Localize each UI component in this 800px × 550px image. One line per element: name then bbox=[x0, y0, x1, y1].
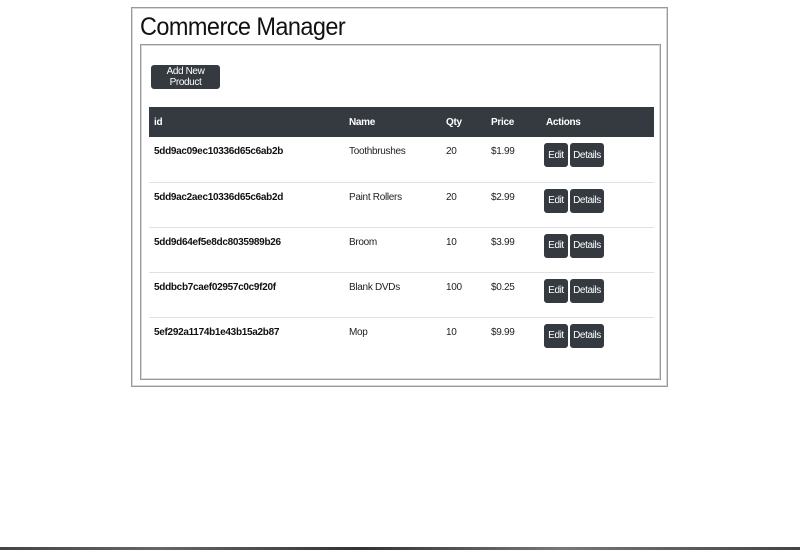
app-container: Commerce Manager Add New Product id Name… bbox=[131, 7, 668, 387]
product-id-cell: 5ef292a1174b1e43b15a2b87 bbox=[149, 316, 344, 362]
actions-cell: Edit Details bbox=[541, 137, 654, 182]
product-name-cell: Blank DVDs bbox=[344, 271, 441, 317]
edit-button[interactable]: Edit bbox=[544, 278, 568, 303]
edit-button[interactable]: Edit bbox=[544, 323, 568, 348]
header-row: id Name Qty Price Actions bbox=[149, 107, 654, 137]
table-row: 5ddbcb7caef02957c0c9f20f Blank DVDs 100 … bbox=[149, 271, 654, 317]
product-qty-cell: 20 bbox=[441, 181, 486, 227]
edit-button[interactable]: Edit bbox=[544, 233, 568, 258]
column-header-price: Price bbox=[486, 107, 541, 137]
column-header-actions: Actions bbox=[541, 107, 654, 137]
product-id-cell: 5dd9ac09ec10336d65c6ab2b bbox=[154, 146, 284, 157]
product-name-cell: Toothbrushes bbox=[349, 146, 406, 157]
details-button[interactable]: Details bbox=[570, 323, 604, 348]
product-price-cell: $1.99 bbox=[491, 146, 515, 157]
details-button[interactable]: Details bbox=[570, 188, 604, 213]
actions-cell: Edit Details bbox=[541, 316, 654, 362]
actions-cell: Edit Details bbox=[541, 271, 654, 317]
product-price-cell: $9.99 bbox=[486, 316, 541, 362]
column-header-id: id bbox=[149, 107, 344, 137]
actions-cell: Edit Details bbox=[541, 226, 654, 272]
product-qty-cell: 20 bbox=[446, 146, 457, 157]
product-id-cell: 5dd9ac2aec10336d65c6ab2d bbox=[149, 181, 344, 227]
product-price-cell: $3.99 bbox=[486, 226, 541, 272]
table-row: 5dd9ac2aec10336d65c6ab2d Paint Rollers 2… bbox=[149, 181, 654, 227]
product-qty-cell: 10 bbox=[441, 226, 486, 272]
page-title: Commerce Manager bbox=[140, 13, 346, 41]
column-header-name: Name bbox=[344, 107, 441, 137]
edit-button[interactable]: Edit bbox=[544, 143, 568, 167]
product-name-cell: Mop bbox=[344, 316, 441, 362]
table-row: 5dd9ac09ec10336d65c6ab2b Toothbrushes 20… bbox=[149, 137, 654, 182]
product-qty-cell: 100 bbox=[441, 271, 486, 317]
product-id-cell: 5ddbcb7caef02957c0c9f20f bbox=[149, 271, 344, 317]
product-price-cell: $2.99 bbox=[486, 181, 541, 227]
details-button[interactable]: Details bbox=[570, 233, 604, 258]
table-row: 5dd9d64ef5e8dc8035989b26 Broom 10 $3.99 … bbox=[149, 226, 654, 272]
product-id-cell: 5dd9d64ef5e8dc8035989b26 bbox=[149, 226, 344, 272]
edit-button[interactable]: Edit bbox=[544, 188, 568, 213]
product-price-cell: $0.25 bbox=[486, 271, 541, 317]
actions-cell: Edit Details bbox=[541, 181, 654, 227]
product-name-cell: Broom bbox=[344, 226, 441, 272]
products-panel: Add New Product id Name Qty Price Action… bbox=[140, 44, 661, 380]
product-qty-cell: 10 bbox=[441, 316, 486, 362]
table-row: 5ef292a1174b1e43b15a2b87 Mop 10 $9.99 Ed… bbox=[149, 316, 654, 362]
table-header: id Name Qty Price Actions bbox=[149, 107, 654, 137]
add-new-product-button[interactable]: Add New Product bbox=[151, 65, 220, 89]
table-body: 5dd9ac09ec10336d65c6ab2b Toothbrushes 20… bbox=[149, 137, 654, 362]
details-button[interactable]: Details bbox=[570, 278, 604, 303]
products-table: id Name Qty Price Actions 5dd9ac09ec1033… bbox=[149, 107, 654, 362]
column-header-qty: Qty bbox=[441, 107, 486, 137]
details-button[interactable]: Details bbox=[570, 143, 604, 167]
product-name-cell: Paint Rollers bbox=[344, 181, 441, 227]
